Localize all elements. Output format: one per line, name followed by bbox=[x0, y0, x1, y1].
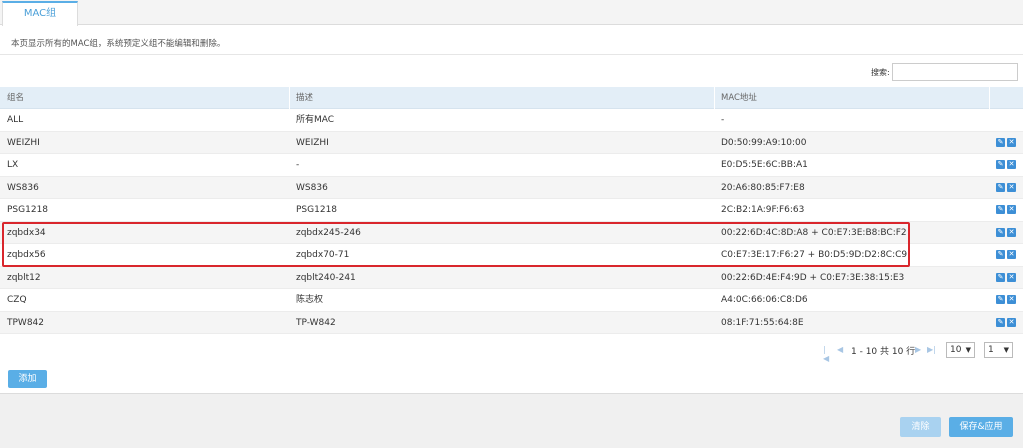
cell-group-name: LX bbox=[7, 160, 19, 170]
row-actions: ✎ ✕ bbox=[996, 272, 1018, 283]
page-size-value: 10 bbox=[950, 345, 962, 355]
mac-group-table: 组名 描述 MAC地址 ALL 所有MAC - WEIZHI WEIZHI D0:50:9… bbox=[0, 87, 1023, 334]
delete-icon[interactable]: ✕ bbox=[1007, 295, 1016, 304]
table-row: WEIZHI WEIZHI D0:50:99:A9:10:00 ✎ ✕ bbox=[0, 131, 1023, 154]
table-row: zqblt12 zqblt240-241 00:22:6D:4E:F4:9D + C… bbox=[0, 266, 1023, 289]
cell-mac-address: E0:D5:5E:6C:BB:A1 bbox=[721, 160, 808, 170]
table-row: LX - E0:D5:5E:6C:BB:A1 ✎ ✕ bbox=[0, 154, 1023, 177]
first-page-icon[interactable]: |◀ bbox=[823, 345, 829, 363]
delete-icon[interactable]: ✕ bbox=[1007, 272, 1016, 282]
delete-icon[interactable]: ✕ bbox=[1007, 227, 1016, 237]
cell-group-name: zqbdx56 bbox=[7, 250, 46, 260]
cell-description: zqblt240-241 bbox=[296, 272, 356, 283]
chevron-down-icon: ▼ bbox=[965, 346, 971, 354]
table-row: TPW842 TP-W842 08:1F:71:55:64:8E ✎ ✕ bbox=[0, 311, 1023, 334]
last-page-icon[interactable]: ▶| bbox=[927, 345, 936, 354]
edit-icon[interactable]: ✎ bbox=[996, 250, 1005, 259]
row-actions: ✎ ✕ bbox=[996, 160, 1018, 170]
cell-description: - bbox=[296, 160, 300, 170]
cell-mac-address: - bbox=[721, 115, 725, 125]
cell-description: zqbdx245-246 bbox=[296, 227, 361, 238]
table-header: 组名 描述 MAC地址 bbox=[0, 87, 1023, 109]
edit-icon[interactable]: ✎ bbox=[996, 137, 1005, 147]
page-size-select[interactable]: 10 ▼ bbox=[946, 342, 975, 358]
delete-icon[interactable]: ✕ bbox=[1007, 205, 1016, 214]
delete-icon[interactable]: ✕ bbox=[1007, 160, 1016, 169]
table-row: CZQ 陈志权 A4:0C:66:06:C8:D6 ✎ ✕ bbox=[0, 289, 1023, 312]
edit-icon[interactable]: ✎ bbox=[996, 227, 1005, 237]
column-divider bbox=[289, 87, 290, 109]
row-actions: ✎ ✕ bbox=[996, 250, 1018, 260]
page-number-select[interactable]: 1 ▼ bbox=[984, 342, 1013, 358]
prev-page-icon[interactable]: ◀ bbox=[837, 345, 843, 354]
cell-description: zqbdx70-71 bbox=[296, 250, 350, 260]
cell-mac-address: 08:1F:71:55:64:8E bbox=[721, 317, 804, 328]
table-row: PSG1218 PSG1218 2C:B2:1A:9F:F6:63 ✎ ✕ bbox=[0, 199, 1023, 222]
edit-icon[interactable]: ✎ bbox=[996, 317, 1005, 327]
cell-mac-address: 00:22:6D:4C:8D:A8 + C0:E7:3E:B8:BC:F2 bbox=[721, 227, 907, 238]
cell-mac-address: C0:E7:3E:17:F6:27 + B0:D5:9D:D2:8C:C9 bbox=[721, 250, 908, 260]
clear-button[interactable]: 清除 bbox=[900, 417, 941, 437]
column-header-mac: MAC地址 bbox=[721, 93, 757, 103]
column-divider bbox=[989, 87, 990, 109]
cell-description: 所有MAC bbox=[296, 115, 335, 125]
save-apply-button[interactable]: 保存&应用 bbox=[949, 417, 1013, 437]
page-description: 本页显示所有的MAC组，系统预定义组不能编辑和删除。 bbox=[11, 39, 226, 49]
cell-description: WS836 bbox=[296, 182, 328, 193]
footer-bar: 清除 保存&应用 bbox=[0, 393, 1023, 448]
table-body: ALL 所有MAC - WEIZHI WEIZHI D0:50:99:A9:10:00 ✎ ✕… bbox=[0, 109, 1023, 334]
row-actions: ✎ ✕ bbox=[996, 137, 1018, 148]
divider bbox=[0, 54, 1023, 55]
delete-icon[interactable]: ✕ bbox=[1007, 182, 1016, 192]
row-actions: ✎ ✕ bbox=[996, 182, 1018, 193]
table-row: ALL 所有MAC - bbox=[0, 109, 1023, 132]
edit-icon[interactable]: ✎ bbox=[996, 182, 1005, 192]
cell-group-name: CZQ bbox=[7, 295, 27, 305]
edit-icon[interactable]: ✎ bbox=[996, 272, 1005, 282]
tab-mac-group[interactable]: MAC组 bbox=[2, 1, 78, 26]
delete-icon[interactable]: ✕ bbox=[1007, 137, 1016, 147]
column-header-name: 组名 bbox=[7, 93, 25, 103]
cell-mac-address: 20:A6:80:85:F7:E8 bbox=[721, 182, 805, 193]
delete-icon[interactable]: ✕ bbox=[1007, 250, 1016, 259]
table-row: zqbdx34 zqbdx245-246 00:22:6D:4C:8D:A8 + C… bbox=[0, 221, 1023, 244]
table-row: zqbdx56 zqbdx70-71 C0:E7:3E:17:F6:27 + B0:… bbox=[0, 244, 1023, 267]
cell-group-name: WS836 bbox=[7, 182, 39, 193]
search-input[interactable] bbox=[892, 63, 1018, 81]
edit-icon[interactable]: ✎ bbox=[996, 160, 1005, 169]
table-row: WS836 WS836 20:A6:80:85:F7:E8 ✎ ✕ bbox=[0, 176, 1023, 199]
row-actions: ✎ ✕ bbox=[996, 227, 1018, 238]
pagination-summary: 1 - 10 共 10 行 bbox=[851, 347, 916, 357]
cell-description: 陈志权 bbox=[296, 295, 324, 305]
next-page-icon[interactable]: ▶ bbox=[915, 345, 921, 354]
column-header-desc: 描述 bbox=[296, 93, 314, 103]
cell-group-name: TPW842 bbox=[7, 317, 45, 328]
cell-description: PSG1218 bbox=[296, 205, 338, 215]
page-number-value: 1 bbox=[988, 345, 994, 355]
cell-group-name: zqblt12 bbox=[7, 272, 41, 283]
delete-icon[interactable]: ✕ bbox=[1007, 317, 1016, 327]
cell-mac-address: 2C:B2:1A:9F:F6:63 bbox=[721, 205, 805, 215]
cell-mac-address: 00:22:6D:4E:F4:9D + C0:E7:3E:38:15:E3 bbox=[721, 272, 905, 283]
cell-group-name: zqbdx34 bbox=[7, 227, 46, 238]
column-divider bbox=[714, 87, 715, 109]
cell-group-name: ALL bbox=[7, 115, 24, 125]
cell-description: TP-W842 bbox=[296, 317, 336, 328]
cell-group-name: WEIZHI bbox=[7, 137, 40, 148]
cell-group-name: PSG1218 bbox=[7, 205, 49, 215]
chevron-down-icon: ▼ bbox=[1003, 346, 1009, 354]
cell-mac-address: A4:0C:66:06:C8:D6 bbox=[721, 295, 808, 305]
edit-icon[interactable]: ✎ bbox=[996, 205, 1005, 214]
add-button[interactable]: 添加 bbox=[8, 370, 47, 388]
tab-bar: MAC组 bbox=[0, 0, 1023, 26]
row-actions: ✎ ✕ bbox=[996, 317, 1018, 328]
row-actions: ✎ ✕ bbox=[996, 295, 1018, 305]
cell-description: WEIZHI bbox=[296, 137, 329, 148]
edit-icon[interactable]: ✎ bbox=[996, 295, 1005, 304]
row-actions: ✎ ✕ bbox=[996, 205, 1018, 215]
search-label: 搜索: bbox=[871, 68, 890, 77]
cell-mac-address: D0:50:99:A9:10:00 bbox=[721, 137, 807, 148]
